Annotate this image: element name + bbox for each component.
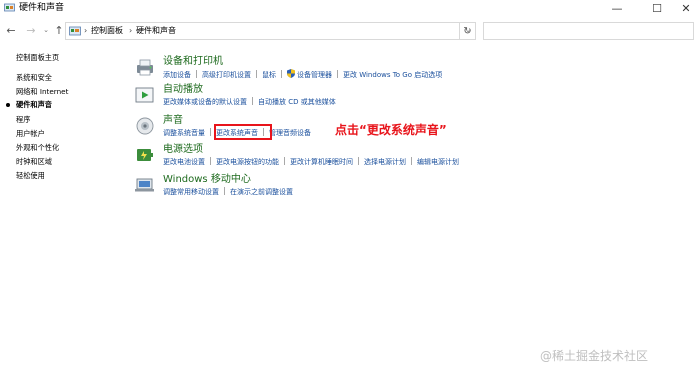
sidebar-item-clock-region[interactable]: 时钟和区域 — [16, 157, 52, 167]
refresh-button[interactable]: ↻ — [459, 22, 475, 40]
watermark: @稀土掘金技术社区 — [540, 349, 649, 363]
maximize-button[interactable]: ☐ — [643, 0, 671, 17]
device-manager-link[interactable]: 设备管理器 — [297, 70, 332, 80]
category-title-sound[interactable]: 声音 — [163, 115, 183, 127]
edit-power-plan-link[interactable]: 编辑电源计划 — [417, 157, 459, 167]
sidebar-item-hardware-sound[interactable]: 硬件和声音 — [16, 100, 52, 110]
back-button[interactable]: ← — [4, 23, 18, 37]
category-title-devices-printers[interactable]: 设备和打印机 — [163, 56, 223, 68]
close-button[interactable]: ✕ — [672, 0, 700, 17]
sidebar-item-user-accounts[interactable]: 用户帐户 — [16, 129, 45, 139]
link-divider — [210, 157, 211, 165]
breadcrumb-control-panel[interactable]: 控制面板 — [91, 25, 123, 37]
control-panel-icon — [69, 26, 81, 36]
add-device-link[interactable]: 添加设备 — [163, 70, 191, 80]
adjust-volume-link[interactable]: 调整系统音量 — [163, 128, 205, 138]
control-panel-icon — [4, 3, 15, 12]
search-input[interactable] — [483, 22, 694, 40]
link-divider — [358, 157, 359, 165]
breadcrumb-separator: › — [129, 26, 133, 35]
category-title-power-options[interactable]: 电源选项 — [163, 144, 203, 156]
category-links: 更改电池设置 更改电源按钮的功能 更改计算机睡眠时间 选择电源计划 编辑电源计划 — [163, 157, 459, 167]
windows-to-go-link[interactable]: 更改 Windows To Go 启动选项 — [343, 70, 442, 80]
choose-power-plan-link[interactable]: 选择电源计划 — [364, 157, 406, 167]
advanced-printer-setup-link[interactable]: 高级打印机设置 — [202, 70, 251, 80]
link-divider — [256, 70, 257, 78]
link-divider — [411, 157, 412, 165]
current-item-marker — [6, 103, 10, 107]
category-links: 更改媒体或设备的默认设置 自动播放 CD 或其他媒体 — [163, 97, 336, 107]
printer-icon[interactable] — [134, 56, 156, 78]
minimize-button[interactable]: — — [603, 0, 631, 17]
highlight-box — [214, 124, 272, 140]
speaker-icon[interactable] — [134, 115, 156, 137]
window-title: 硬件和声音 — [19, 3, 65, 13]
forward-button[interactable]: → — [24, 23, 38, 37]
mobility-center-icon[interactable] — [134, 174, 156, 196]
annotation-text: 点击“更改系统声音” — [335, 123, 447, 137]
link-divider — [224, 187, 225, 195]
title-bar: 硬件和声音 — ☐ ✕ — [0, 0, 700, 17]
sidebar-item-programs[interactable]: 程序 — [16, 115, 30, 125]
sidebar-item-ease-of-access[interactable]: 轻松使用 — [16, 171, 45, 181]
category-title-autoplay[interactable]: 自动播放 — [163, 84, 203, 96]
power-button-function-link[interactable]: 更改电源按钮的功能 — [216, 157, 279, 167]
sidebar-item-network[interactable]: 网络和 Internet — [16, 87, 68, 97]
manage-audio-devices-link[interactable]: 管理音频设备 — [269, 128, 311, 138]
sidebar: 控制面板主页 系统和安全 网络和 Internet 硬件和声音 程序 用户帐户 … — [0, 44, 120, 383]
autoplay-icon[interactable] — [134, 84, 156, 106]
sleep-time-link[interactable]: 更改计算机睡眠时间 — [290, 157, 353, 167]
sidebar-item-control-panel-home[interactable]: 控制面板主页 — [16, 53, 59, 63]
navigation-bar: ← → ⌄ ↑ › 控制面板 › 硬件和声音 ⌄ ↻ — [0, 18, 700, 44]
presentation-settings-link[interactable]: 在演示之前调整设置 — [230, 187, 293, 197]
link-divider — [284, 157, 285, 165]
mouse-link[interactable]: 鼠标 — [262, 70, 276, 80]
up-button[interactable]: ↑ — [52, 23, 66, 37]
breadcrumb-hardware-and-sound[interactable]: 硬件和声音 — [136, 25, 176, 37]
sidebar-item-appearance[interactable]: 外观和个性化 — [16, 143, 59, 153]
link-divider — [252, 97, 253, 105]
autoplay-cd-link[interactable]: 自动播放 CD 或其他媒体 — [258, 97, 336, 107]
recent-locations-button[interactable]: ⌄ — [39, 23, 53, 37]
link-divider — [281, 70, 282, 78]
control-panel-window: 硬件和声音 — ☐ ✕ ← → ⌄ ↑ › 控制面板 › 硬件和声音 ⌄ ↻ 控… — [0, 0, 700, 383]
link-divider — [337, 70, 338, 78]
address-bar[interactable]: › 控制面板 › 硬件和声音 ⌄ — [65, 22, 476, 40]
main-content: 设备和打印机 添加设备 高级打印机设置 鼠标 设备管理器 更改 Windows To G… — [120, 44, 700, 383]
uac-shield-icon — [287, 69, 295, 78]
link-divider — [210, 128, 211, 136]
power-icon[interactable] — [134, 144, 156, 166]
breadcrumb-separator: › — [84, 26, 88, 35]
change-media-defaults-link[interactable]: 更改媒体或设备的默认设置 — [163, 97, 247, 107]
change-battery-settings-link[interactable]: 更改电池设置 — [163, 157, 205, 167]
sidebar-item-system-security[interactable]: 系统和安全 — [16, 73, 52, 83]
link-divider — [196, 70, 197, 78]
category-links: 调整常用移动设置 在演示之前调整设置 — [163, 187, 293, 197]
category-links: 添加设备 高级打印机设置 鼠标 设备管理器 更改 Windows To Go 启动选项 — [163, 69, 442, 80]
common-mobility-settings-link[interactable]: 调整常用移动设置 — [163, 187, 219, 197]
category-title-mobility-center[interactable]: Windows 移动中心 — [163, 174, 251, 186]
